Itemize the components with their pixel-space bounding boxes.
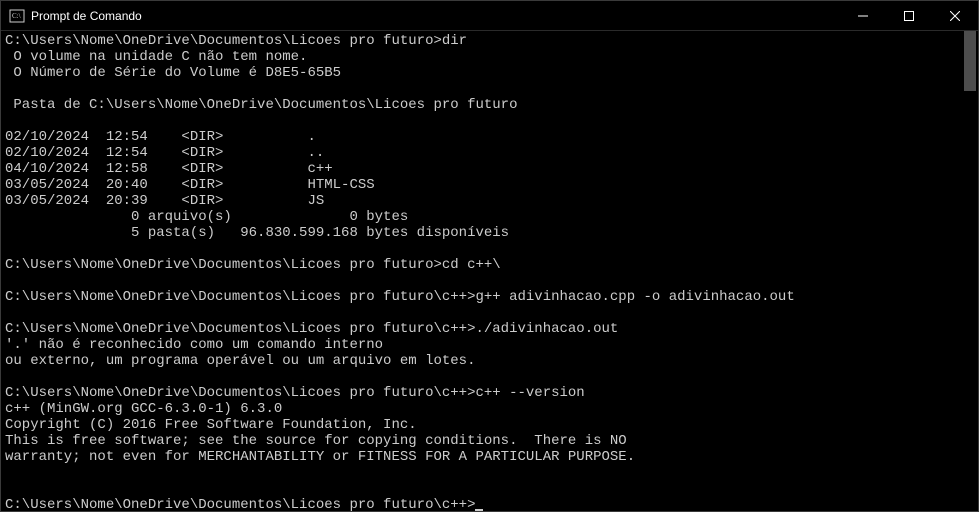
command-prompt-window: C:\ Prompt de Comando C:\Users\Nome\OneD… xyxy=(0,0,979,512)
svg-text:C:\: C:\ xyxy=(12,12,21,20)
terminal-area: C:\Users\Nome\OneDrive\Documentos\Licoes… xyxy=(1,31,978,511)
window-title: Prompt de Comando xyxy=(31,9,142,23)
terminal-output[interactable]: C:\Users\Nome\OneDrive\Documentos\Licoes… xyxy=(1,31,978,511)
cmd-icon: C:\ xyxy=(9,8,25,24)
titlebar[interactable]: C:\ Prompt de Comando xyxy=(1,1,978,31)
scrollbar-thumb[interactable] xyxy=(964,31,976,91)
close-button[interactable] xyxy=(932,1,978,31)
cursor xyxy=(475,509,483,511)
scrollbar[interactable] xyxy=(962,31,978,511)
minimize-button[interactable] xyxy=(840,1,886,31)
maximize-button[interactable] xyxy=(886,1,932,31)
